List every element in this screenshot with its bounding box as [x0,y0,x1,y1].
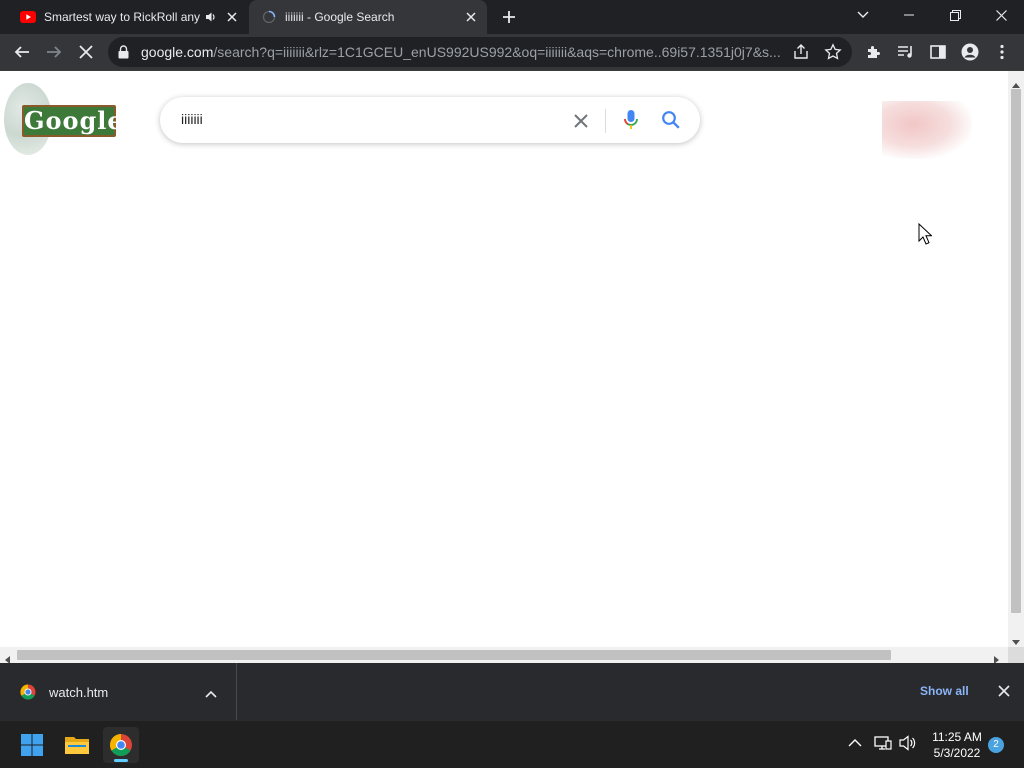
vertical-scroll-thumb[interactable] [1011,89,1021,613]
chevron-up-icon[interactable] [205,685,217,703]
notification-badge[interactable]: 2 [988,737,1004,753]
stop-loading-icon[interactable] [72,38,100,66]
close-window-icon[interactable] [978,0,1024,30]
network-icon[interactable] [874,735,892,756]
speaker-icon[interactable] [202,8,220,26]
loading-spinner-icon [261,9,277,25]
close-tab-icon[interactable] [461,7,481,27]
download-file-name: watch.htm [49,685,109,700]
side-panel-icon[interactable] [924,38,952,66]
microphone-icon[interactable] [620,108,642,132]
scrollbar-corner [1008,647,1024,663]
lock-icon[interactable] [118,45,129,64]
doodle-apple-decoration [882,101,972,159]
media-icon[interactable] [892,38,920,66]
tab-strip: Smartest way to RickRoll any iiiiiii - G… [0,0,1024,34]
horizontal-scrollbar[interactable] [0,647,1008,664]
new-tab-button[interactable] [498,6,520,28]
menu-icon[interactable] [988,38,1016,66]
tab-youtube[interactable]: Smartest way to RickRoll any [8,0,248,34]
search-box[interactable]: iiiiiii [160,97,700,143]
tab-search-icon[interactable] [840,0,886,30]
web-page: Google iiiiiii [0,71,1008,647]
address-bar[interactable]: google.com/search?q=iiiiiii&rlz=1C1GCEU_… [108,37,852,67]
tab-title: iiiiiii - Google Search [285,10,395,24]
clock-date: 5/3/2022 [933,746,981,760]
windows-taskbar: 11:25 AM 5/3/2022 2 [0,720,1024,768]
youtube-icon [20,9,36,25]
restore-icon[interactable] [932,0,978,30]
download-shelf: watch.htm Show all [0,663,1024,720]
tab-title: Smartest way to RickRoll any [44,10,201,24]
system-clock[interactable]: 11:25 AM 5/3/2022 [926,729,988,761]
chrome-icon[interactable] [103,727,139,763]
volume-icon[interactable] [899,735,917,756]
share-icon[interactable] [792,43,810,66]
vertical-scrollbar[interactable] [1008,71,1024,647]
active-app-indicator [114,759,128,762]
url-text[interactable]: google.com/search?q=iiiiiii&rlz=1C1GCEU_… [141,44,781,60]
back-icon[interactable] [8,38,36,66]
search-input[interactable]: iiiiiii [181,111,203,127]
browser-toolbar: google.com/search?q=iiiiiii&rlz=1C1GCEU_… [0,34,1024,71]
logo-text: Google [22,105,124,137]
search-icon[interactable] [659,108,683,132]
minimize-icon[interactable] [886,0,932,30]
url-path: /search?q=iiiiiii&rlz=1C1GCEU_enUS992US9… [213,44,781,60]
horizontal-scroll-thumb[interactable] [17,650,891,660]
url-host: google.com [141,44,214,60]
download-item[interactable]: watch.htm [0,663,237,720]
show-hidden-icons-icon[interactable] [848,735,862,753]
search-divider [605,109,606,133]
close-tab-icon[interactable] [222,7,242,27]
windows-start-icon[interactable] [14,727,50,763]
show-all-downloads-link[interactable]: Show all [920,684,969,698]
clock-time: 11:25 AM [932,730,982,744]
mouse-cursor-icon [918,222,933,250]
google-doodle-logo[interactable]: Google [0,81,125,166]
extensions-icon[interactable] [860,38,888,66]
tab-google-search[interactable]: iiiiiii - Google Search [249,0,487,34]
chrome-file-icon [20,684,36,705]
file-explorer-icon[interactable] [59,727,95,763]
forward-icon[interactable] [40,38,68,66]
star-icon[interactable] [824,43,842,66]
clear-icon[interactable] [570,110,592,132]
close-shelf-icon[interactable] [998,684,1010,702]
profile-icon[interactable] [956,38,984,66]
